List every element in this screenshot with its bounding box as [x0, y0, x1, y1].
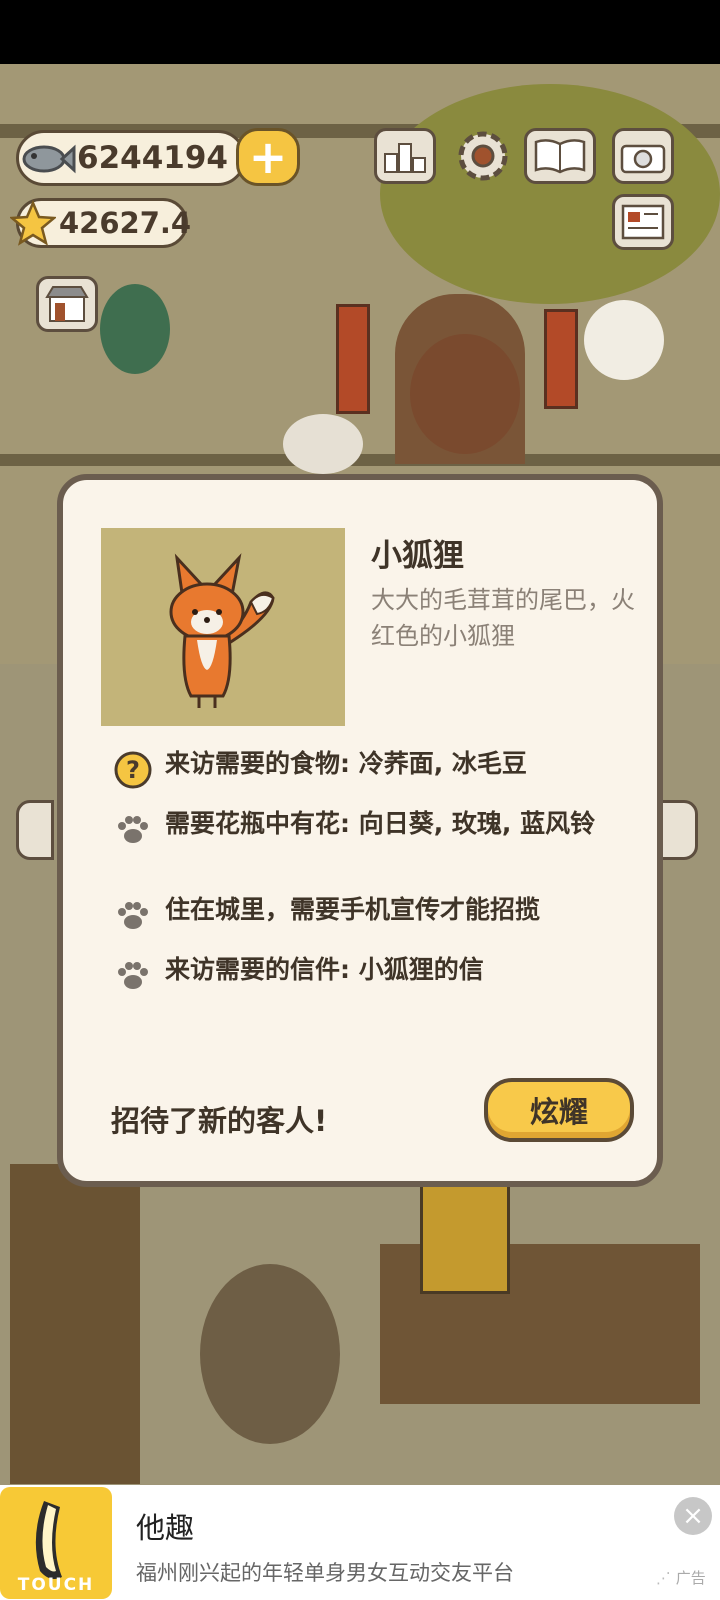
- question-icon: ?: [113, 750, 153, 790]
- ranking-icon: [384, 143, 426, 173]
- ad-banner[interactable]: TOUCH 他趣 福州刚兴起的年轻单身男女互动交友平台 × ⋰ 广告: [0, 1485, 720, 1600]
- previous-arrow[interactable]: [16, 800, 54, 860]
- ad-badge: ⋰ 广告: [656, 1569, 706, 1587]
- requirement-text: 来访需要的信件: 小狐狸的信: [165, 955, 484, 984]
- tree-canopy: [380, 84, 720, 304]
- ranking-button[interactable]: [374, 128, 436, 184]
- dog-guest: [410, 334, 520, 454]
- ad-app-logo[interactable]: TOUCH: [0, 1487, 112, 1599]
- camera-icon: [620, 144, 666, 174]
- ad-close-button[interactable]: ×: [674, 1497, 712, 1535]
- ad-marker-icon: ⋰: [656, 1569, 676, 1587]
- album-button[interactable]: [524, 128, 596, 184]
- cat-guest: [584, 300, 664, 380]
- requirement-city: 住在城里，需要手机宣传才能招揽: [113, 896, 625, 936]
- camera-button[interactable]: [612, 128, 674, 184]
- cat-guest-2: [283, 414, 363, 474]
- svg-text:?: ?: [126, 756, 140, 784]
- red-banner-right: [544, 309, 578, 409]
- shop-icon: [45, 286, 89, 322]
- fox-character-illustration: [169, 553, 275, 708]
- paw-icon: [113, 810, 153, 850]
- buy-fish-button[interactable]: +: [236, 128, 300, 186]
- guest-description: 大大的毛茸茸的尾巴，火红色的小狐狸: [371, 586, 635, 650]
- settings-button[interactable]: [452, 128, 514, 184]
- paw-icon: [113, 896, 153, 936]
- ad-title[interactable]: 他趣: [136, 1505, 194, 1547]
- status-bar: [0, 0, 720, 64]
- requirement-text: 需要花瓶中有花: 向日葵, 玫瑰, 蓝风铃: [165, 809, 596, 838]
- next-arrow[interactable]: [660, 800, 698, 860]
- red-banner-left: [336, 304, 370, 414]
- requirement-food: ? 来访需要的食物: 冷荞面, 冰毛豆: [113, 750, 625, 790]
- newspaper-button[interactable]: [612, 194, 674, 250]
- close-icon: ×: [682, 1501, 704, 1531]
- cabinet: [10, 1164, 140, 1484]
- requirement-letter: 来访需要的信件: 小狐狸的信: [113, 956, 625, 996]
- guest-name: 小狐狸: [371, 538, 464, 574]
- star-icon: [10, 200, 56, 246]
- ad-logo-text: TOUCH: [17, 1575, 95, 1595]
- coffee-machine: [420, 1174, 510, 1294]
- new-guest-message: 招待了新的客人!: [111, 1104, 328, 1138]
- paw-icon: [113, 956, 153, 996]
- gear-icon: [458, 131, 508, 181]
- requirement-flowers: 需要花瓶中有花: 向日葵, 玫瑰, 蓝风铃: [113, 810, 625, 850]
- mirror: [100, 284, 170, 374]
- requirement-text: 住在城里，需要手机宣传才能招揽: [165, 895, 541, 924]
- guest-group: [200, 1264, 340, 1444]
- show-off-button-label: 炫耀: [529, 1095, 588, 1129]
- fish-count: 6244194: [77, 140, 228, 176]
- show-off-button[interactable]: 炫耀: [484, 1078, 634, 1142]
- guest-info-dialog: 小狐狸 大大的毛茸茸的尾巴，火红色的小狐狸 ? 来访需要的食物: 冷荞面, 冰毛…: [57, 474, 663, 1187]
- requirement-text: 来访需要的食物: 冷荞面, 冰毛豆: [165, 749, 527, 778]
- shop-button[interactable]: [36, 276, 98, 332]
- album-icon: [534, 139, 586, 174]
- shelf-beam: [0, 454, 720, 466]
- guest-portrait: [101, 528, 345, 726]
- star-count: 42627.4: [59, 206, 192, 240]
- fish-icon: [22, 144, 76, 174]
- ad-subtitle[interactable]: 福州刚兴起的年轻单身男女互动交友平台: [136, 1557, 514, 1587]
- newspaper-icon: [621, 204, 665, 240]
